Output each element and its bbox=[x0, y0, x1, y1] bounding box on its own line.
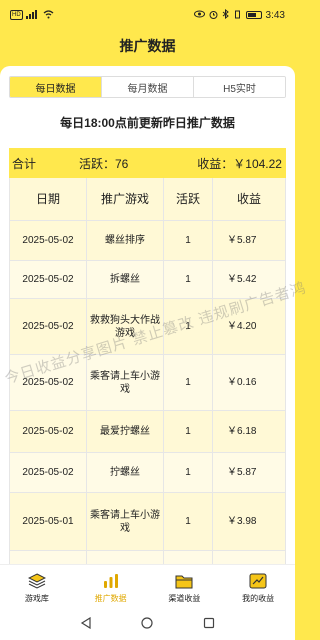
summary-income: 收益：￥104.22 bbox=[197, 156, 282, 171]
cell-date: 2025-05-01 bbox=[9, 493, 87, 550]
nav-game-library[interactable]: 游戏库 bbox=[0, 565, 74, 610]
battery-icon bbox=[245, 11, 262, 19]
bar-chart-icon bbox=[101, 572, 121, 590]
eye-icon bbox=[193, 10, 205, 20]
wifi-icon bbox=[43, 9, 54, 21]
layers-icon bbox=[27, 572, 47, 590]
cell-active: 1 bbox=[164, 221, 213, 260]
table-row: 2025-05-02 乘客请上车小游戏 1 ￥0.16 bbox=[9, 355, 286, 411]
cell-game: 乘客请上车小游戏 bbox=[87, 355, 164, 410]
cell-income: ￥5.87 bbox=[213, 453, 286, 492]
nav-promo-data[interactable]: 推广数据 bbox=[74, 565, 148, 610]
system-nav-bar bbox=[0, 610, 295, 640]
nav-my-income[interactable]: 我的收益 bbox=[221, 565, 295, 610]
nav-label: 推广数据 bbox=[94, 593, 127, 603]
cell-game: 螺丝排序 bbox=[87, 221, 164, 260]
table-row: 2025-05-02 拧螺丝 1 ￥5.87 bbox=[9, 453, 286, 493]
header-active: 活跃 bbox=[164, 178, 213, 220]
bluetooth-icon bbox=[222, 8, 229, 21]
cell-active: 1 bbox=[164, 453, 213, 492]
cell-active: 1 bbox=[164, 299, 213, 354]
hd-badge: HD bbox=[10, 10, 23, 20]
nav-channel-income[interactable]: 渠道收益 bbox=[148, 565, 222, 610]
cell-income: ￥5.42 bbox=[213, 261, 286, 298]
cell-date: 2025-05-02 bbox=[9, 355, 87, 410]
table-row: 2025-05-02 拆螺丝 1 ￥5.42 bbox=[9, 261, 286, 299]
summary-active: 活跃：76 bbox=[79, 156, 129, 171]
nav-label: 游戏库 bbox=[24, 593, 49, 603]
trend-chart-icon bbox=[248, 572, 268, 590]
cell-game: 拧螺丝 bbox=[87, 453, 164, 492]
data-table: 日期 推广游戏 活跃 收益 2025-05-02 螺丝排序 1 ￥5.87 20… bbox=[9, 178, 286, 591]
cell-game: 救救狗头大作战游戏 bbox=[87, 299, 164, 354]
status-right: 3:43 bbox=[193, 8, 285, 21]
cell-game: 乘客请上车小游戏 bbox=[87, 493, 164, 550]
cell-income: ￥0.16 bbox=[213, 355, 286, 410]
table-row: 2025-05-02 救救狗头大作战游戏 1 ￥4.20 bbox=[9, 299, 286, 355]
home-icon[interactable] bbox=[141, 616, 154, 634]
cell-date: 2025-05-02 bbox=[9, 411, 87, 452]
bottom-nav: 游戏库 推广数据 渠道收益 我的收益 bbox=[0, 564, 295, 610]
cell-date: 2025-05-02 bbox=[9, 221, 87, 260]
cell-income: ￥6.18 bbox=[213, 411, 286, 452]
cell-date: 2025-05-02 bbox=[9, 261, 87, 298]
table-row: 2025-05-01 乘客请上车小游戏 1 ￥3.98 bbox=[9, 493, 286, 551]
tab-daily[interactable]: 每日数据 bbox=[10, 77, 102, 97]
recents-icon[interactable] bbox=[203, 616, 215, 634]
header-income: 收益 bbox=[213, 178, 286, 220]
update-notice: 每日18:00点前更新昨日推广数据 bbox=[60, 116, 235, 130]
table-row: 2025-05-02 最爱拧螺丝 1 ￥6.18 bbox=[9, 411, 286, 453]
table-header-row: 日期 推广游戏 活跃 收益 bbox=[9, 178, 286, 221]
cell-active: 1 bbox=[164, 355, 213, 410]
folder-icon bbox=[174, 572, 194, 590]
cell-income: ￥5.87 bbox=[213, 221, 286, 260]
cell-income: ￥3.98 bbox=[213, 493, 286, 550]
status-time: 3:43 bbox=[265, 9, 285, 21]
cell-game: 最爱拧螺丝 bbox=[87, 411, 164, 452]
tab-bar: 每日数据 每月数据 H5实时 bbox=[9, 76, 286, 98]
back-icon[interactable] bbox=[80, 616, 92, 634]
cell-date: 2025-05-02 bbox=[9, 299, 87, 354]
cell-income: ￥4.20 bbox=[213, 299, 286, 354]
signal-icon bbox=[25, 9, 40, 21]
alarm-icon bbox=[209, 10, 218, 21]
nav-label: 渠道收益 bbox=[168, 593, 201, 603]
content-card: 每日数据 每月数据 H5实时 每日18:00点前更新昨日推广数据 合计 活跃：7… bbox=[0, 66, 295, 640]
vibrate-icon bbox=[233, 10, 242, 21]
page-title: 推广数据 bbox=[119, 38, 176, 54]
status-bar: HD 3:43 bbox=[0, 0, 295, 30]
cell-active: 1 bbox=[164, 493, 213, 550]
cell-game: 拆螺丝 bbox=[87, 261, 164, 298]
cell-active: 1 bbox=[164, 261, 213, 298]
cell-active: 1 bbox=[164, 411, 213, 452]
header-date: 日期 bbox=[9, 178, 87, 220]
table-row: 2025-05-02 螺丝排序 1 ￥5.87 bbox=[9, 221, 286, 261]
summary-bar: 合计 活跃：76 收益：￥104.22 bbox=[9, 148, 286, 178]
nav-label: 我的收益 bbox=[242, 593, 275, 603]
tab-h5-realtime[interactable]: H5实时 bbox=[194, 77, 285, 97]
summary-total-label: 合计 bbox=[12, 156, 37, 171]
header-game: 推广游戏 bbox=[87, 178, 164, 220]
tab-monthly[interactable]: 每月数据 bbox=[102, 77, 194, 97]
cell-date: 2025-05-02 bbox=[9, 453, 87, 492]
status-left: HD bbox=[10, 9, 54, 21]
